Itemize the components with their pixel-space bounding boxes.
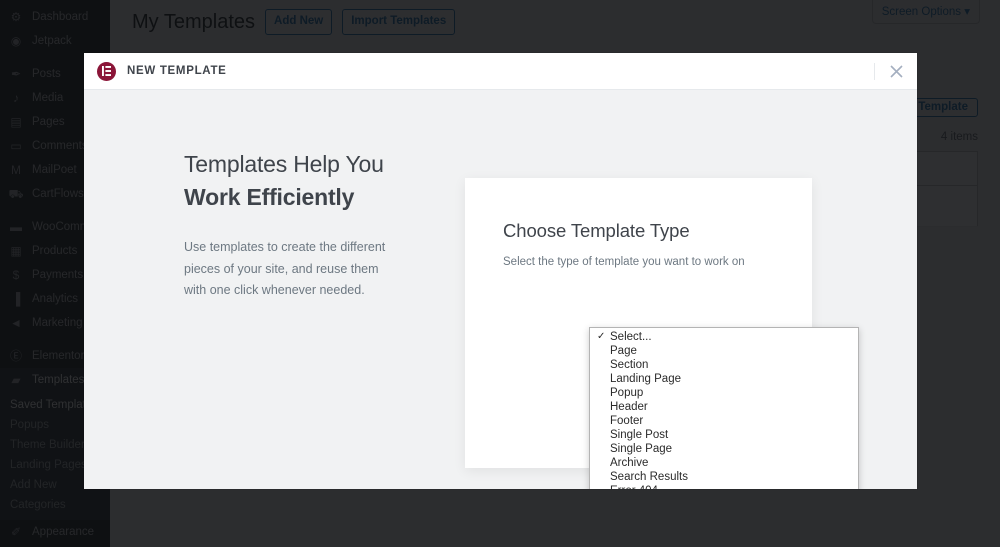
choose-template-type-title: Choose Template Type [503, 220, 690, 241]
promo-heading-line2: Work Efficiently [184, 183, 355, 210]
modal-title: NEW TEMPLATE [127, 65, 227, 77]
promo-heading: Templates Help You Work Efficiently [184, 148, 484, 213]
promo-heading-line1: Templates Help You [184, 151, 384, 177]
select-option-landing-page[interactable]: Landing Page [590, 372, 858, 386]
new-template-modal: NEW TEMPLATE Templates Help You Work Eff… [84, 53, 917, 489]
select-option-error-404[interactable]: Error 404 [590, 484, 858, 489]
select-option-single-post[interactable]: Single Post [590, 428, 858, 442]
modal-header-right [874, 53, 917, 89]
choose-template-type-inner: Choose Template Type Select the type of … [465, 178, 812, 268]
select-option-popup[interactable]: Popup [590, 386, 858, 400]
select-option-archive[interactable]: Archive [590, 456, 858, 470]
select-option-page[interactable]: Page [590, 344, 858, 358]
select-option-search-results[interactable]: Search Results [590, 470, 858, 484]
modal-body: Templates Help You Work Efficiently Use … [84, 90, 917, 489]
select-option-header[interactable]: Header [590, 400, 858, 414]
select-option-footer[interactable]: Footer [590, 414, 858, 428]
elementor-logo-icon [97, 61, 116, 81]
modal-header: NEW TEMPLATE [84, 53, 917, 90]
template-type-select-dropdown[interactable]: Select...PageSectionLanding PagePopupHea… [589, 327, 859, 489]
choose-template-type-subtitle: Select the type of template you want to … [503, 256, 745, 268]
close-icon[interactable] [875, 53, 917, 89]
select-option-section[interactable]: Section [590, 358, 858, 372]
templates-promo-pane: Templates Help You Work Efficiently Use … [184, 148, 484, 302]
select-option-single-page[interactable]: Single Page [590, 442, 858, 456]
select-option-select[interactable]: Select... [590, 330, 858, 344]
promo-body-text: Use templates to create the different pi… [184, 240, 386, 298]
